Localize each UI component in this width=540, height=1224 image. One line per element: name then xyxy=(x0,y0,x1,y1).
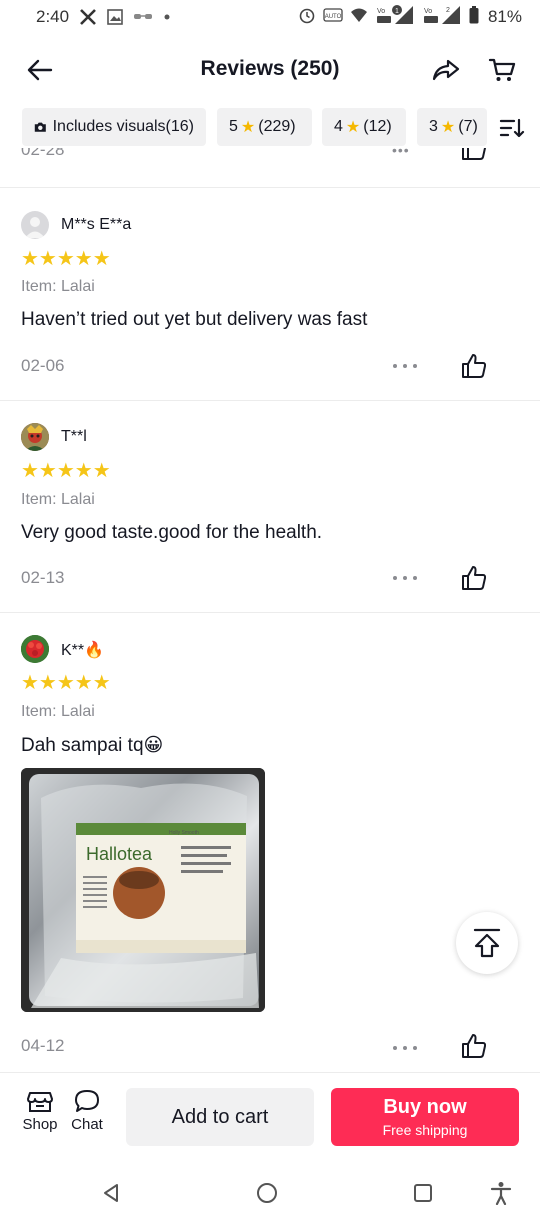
review-date: 02-13 xyxy=(21,568,65,587)
review-item-variant: Item: Lalai xyxy=(21,491,95,508)
svg-text:1: 1 xyxy=(395,8,399,15)
arrow-up-icon xyxy=(473,928,501,958)
buy-now-label: Buy now xyxy=(383,1096,467,1118)
filter-bar: Includes visuals(16) 5 ★ (229) 4 ★ (12) … xyxy=(0,106,540,148)
battery-level: 81% xyxy=(487,7,522,26)
star-icon: ★ xyxy=(345,119,361,136)
filter-chip-3-star[interactable]: 3 ★ (7) xyxy=(417,108,487,146)
alarm-icon xyxy=(298,6,316,29)
star-icon: ★ xyxy=(240,119,256,136)
svg-text:2: 2 xyxy=(446,7,450,14)
like-icon[interactable] xyxy=(460,148,488,162)
filter-chip-rating: 5 xyxy=(229,118,238,135)
glasses-icon xyxy=(133,11,153,23)
reviewer-name: T**l xyxy=(61,428,87,445)
svg-text:Vo: Vo xyxy=(424,8,432,15)
header: Reviews (250) xyxy=(0,40,540,98)
review-date: 02-28 xyxy=(21,148,65,159)
square-recents-icon xyxy=(414,1184,432,1202)
filter-chip-rating: 3 xyxy=(429,118,438,135)
volte-icon: Vo 1 xyxy=(375,4,415,31)
review-item-variant: Item: Lalai xyxy=(21,703,95,720)
filter-chip-visuals[interactable]: Includes visuals(16) xyxy=(22,108,206,146)
like-icon[interactable] xyxy=(460,564,488,592)
filter-chip-4-star[interactable]: 4 ★ (12) xyxy=(322,108,406,146)
bottom-action-bar: Shop Chat Add to cart Buy now Free shipp… xyxy=(0,1072,540,1160)
review-item: K**🔥 ★★★★★ Item: Lalai Dah sampai tq😀 Ha… xyxy=(0,613,540,1072)
like-icon[interactable] xyxy=(460,352,488,380)
share-icon xyxy=(432,59,460,81)
back-arrow-icon xyxy=(27,59,53,81)
avatar xyxy=(21,211,49,239)
battery-icon xyxy=(469,5,479,29)
star-icon: ★ xyxy=(440,119,456,136)
filter-chip-count: (12) xyxy=(363,118,392,135)
review-item-partial: 02-28 ••• xyxy=(0,148,540,188)
chat-label: Chat xyxy=(71,1116,103,1133)
camera-icon xyxy=(34,122,46,132)
status-time: 2:40 xyxy=(36,7,70,26)
circle-home-icon xyxy=(257,1183,277,1203)
sort-button[interactable] xyxy=(496,112,528,144)
more-options-icon[interactable] xyxy=(393,356,417,376)
like-icon[interactable] xyxy=(460,1032,488,1060)
more-options-icon[interactable] xyxy=(393,1038,417,1058)
reviewer-name: K**🔥 xyxy=(61,642,105,659)
review-text: Haven’t tried out yet but delivery was f… xyxy=(21,309,368,330)
more-options-icon[interactable] xyxy=(393,568,417,588)
share-button[interactable] xyxy=(428,52,464,88)
shop-icon xyxy=(27,1092,53,1112)
free-shipping-label: Free shipping xyxy=(382,1122,468,1138)
add-to-cart-button[interactable]: Add to cart xyxy=(126,1088,314,1146)
review-text: Very good taste.good for the health. xyxy=(21,522,323,543)
avatar xyxy=(21,635,49,663)
triangle-back-icon xyxy=(104,1184,118,1202)
chat-icon xyxy=(75,1090,99,1112)
nav-back-button[interactable] xyxy=(96,1178,126,1208)
shop-label: Shop xyxy=(22,1116,58,1133)
back-button[interactable] xyxy=(22,52,58,88)
sort-icon xyxy=(499,118,525,138)
filter-chip-5-star[interactable]: 5 ★ (229) xyxy=(217,108,312,146)
wifi-icon xyxy=(350,7,368,28)
rating-stars: ★★★★★ xyxy=(21,672,111,694)
status-bar: 2:40 AUTO Vo 1 Vo 2 81% xyxy=(0,0,540,34)
buy-now-button[interactable]: Buy now Free shipping xyxy=(331,1088,519,1146)
review-date: 02-06 xyxy=(21,356,65,375)
avatar xyxy=(21,423,49,451)
auto-icon: AUTO xyxy=(323,7,343,28)
filter-chip-count: (7) xyxy=(458,118,478,135)
system-navigation-bar xyxy=(0,1160,540,1224)
rating-stars: ★★★★★ xyxy=(21,248,111,270)
rating-stars: ★★★★★ xyxy=(21,460,111,482)
filter-chip-rating: 4 xyxy=(334,118,343,135)
product-brand-text: Hallotea xyxy=(86,844,153,864)
review-photo[interactable]: Hallotea Holly Smooth xyxy=(21,768,265,1012)
more-options-icon[interactable]: ••• xyxy=(392,148,410,158)
cart-icon xyxy=(488,58,516,81)
review-date: 04-12 xyxy=(21,1036,65,1055)
product-small-text: Holly Smooth xyxy=(169,830,199,836)
review-text: Dah sampai tq😀 xyxy=(21,735,164,756)
image-icon xyxy=(107,9,123,25)
filter-chip-label: Includes visuals(16) xyxy=(52,118,194,135)
signal-icon: Vo 2 xyxy=(422,4,462,31)
nav-recents-button[interactable] xyxy=(408,1178,438,1208)
review-item-variant: Item: Lalai xyxy=(21,278,95,295)
review-item: M**s E**a ★★★★★ Item: Lalai Haven’t trie… xyxy=(0,188,540,401)
review-item: T**l ★★★★★ Item: Lalai Very good taste.g… xyxy=(0,401,540,613)
svg-text:Vo: Vo xyxy=(377,8,385,15)
svg-text:AUTO: AUTO xyxy=(325,14,342,20)
reviewer-name: M**s E**a xyxy=(61,216,132,233)
x-logo-icon xyxy=(79,8,97,26)
accessibility-icon xyxy=(490,1182,512,1205)
chat-button[interactable]: Chat xyxy=(65,1089,109,1133)
scroll-to-top-button[interactable] xyxy=(456,912,518,974)
filter-chip-count: (229) xyxy=(258,118,296,135)
dot-icon xyxy=(163,13,171,21)
nav-home-button[interactable] xyxy=(252,1178,282,1208)
cart-button[interactable] xyxy=(484,52,520,88)
accessibility-button[interactable] xyxy=(486,1178,516,1208)
shop-button[interactable]: Shop xyxy=(18,1089,62,1133)
